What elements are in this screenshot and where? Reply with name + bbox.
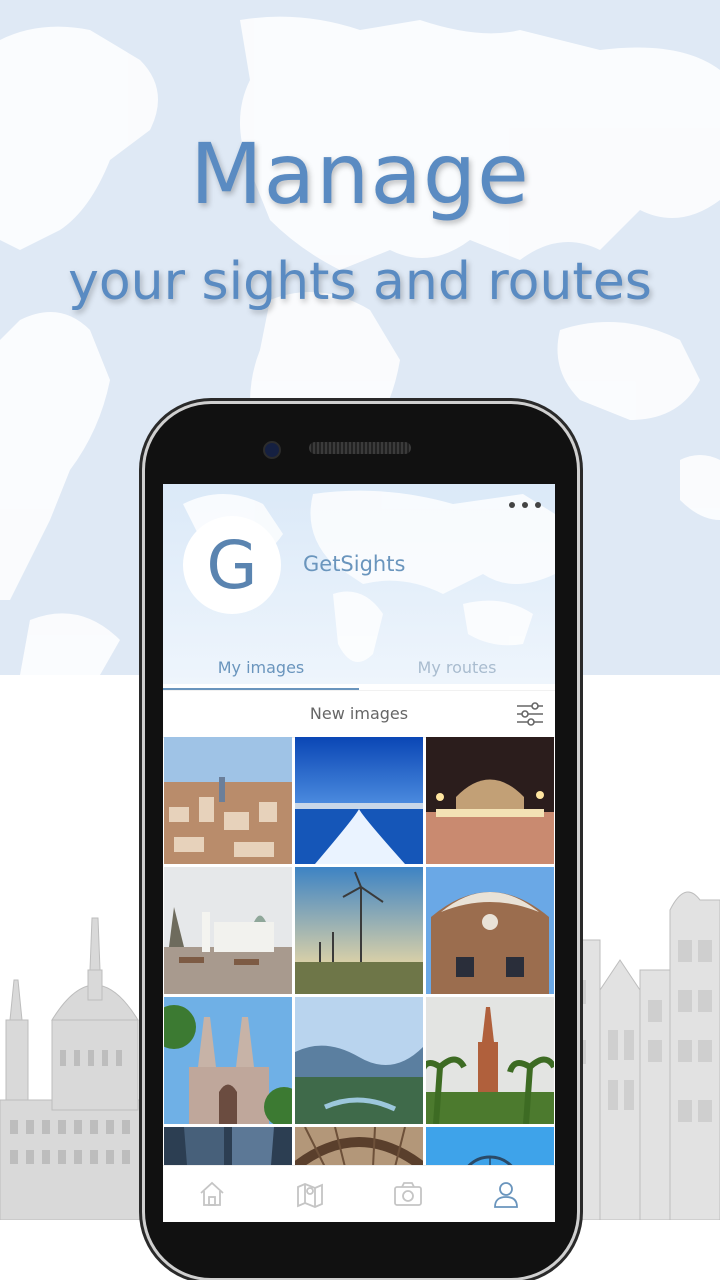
bottom-navigation xyxy=(163,1165,555,1222)
more-options-icon[interactable] xyxy=(509,498,541,512)
tab-my-routes[interactable]: My routes xyxy=(359,654,555,690)
front-camera xyxy=(263,441,281,459)
phone-frame: G GetSights My images My routes New imag… xyxy=(145,404,577,1278)
speaker-grille xyxy=(309,442,411,454)
boat-wake-sea-photo[interactable] xyxy=(295,737,423,864)
profile-icon[interactable] xyxy=(486,1174,526,1214)
tab-my-images[interactable]: My images xyxy=(163,654,359,690)
image-grid xyxy=(164,737,554,1222)
right-skyline-illustration xyxy=(569,880,720,1224)
gaudi-house-photo[interactable] xyxy=(426,867,554,994)
username: GetSights xyxy=(303,552,406,576)
home-icon[interactable] xyxy=(192,1174,232,1214)
profile-tabs: My images My routes xyxy=(163,654,555,690)
gothic-church-photo[interactable] xyxy=(164,997,292,1124)
app-screen: G GetSights My images My routes New imag… xyxy=(163,484,555,1222)
fountain-night-photo[interactable] xyxy=(426,737,554,864)
cathedral-square-photo[interactable] xyxy=(164,867,292,994)
gallery-subbar: New images xyxy=(163,690,555,738)
filter-sliders-icon[interactable] xyxy=(515,701,545,727)
headline-subtitle: your sights and routes xyxy=(68,252,652,312)
headline-title: Manage xyxy=(190,125,530,223)
map-icon[interactable] xyxy=(290,1174,330,1214)
left-skyline-illustration xyxy=(0,910,151,1224)
barcelona-city-photo[interactable] xyxy=(164,737,292,864)
camera-icon[interactable] xyxy=(388,1174,428,1214)
mountain-valley-photo[interactable] xyxy=(295,997,423,1124)
palm-tower-photo[interactable] xyxy=(426,997,554,1124)
gallery-section-label: New images xyxy=(309,704,409,723)
wind-turbines-photo[interactable] xyxy=(295,867,423,994)
avatar[interactable]: G xyxy=(183,516,281,614)
